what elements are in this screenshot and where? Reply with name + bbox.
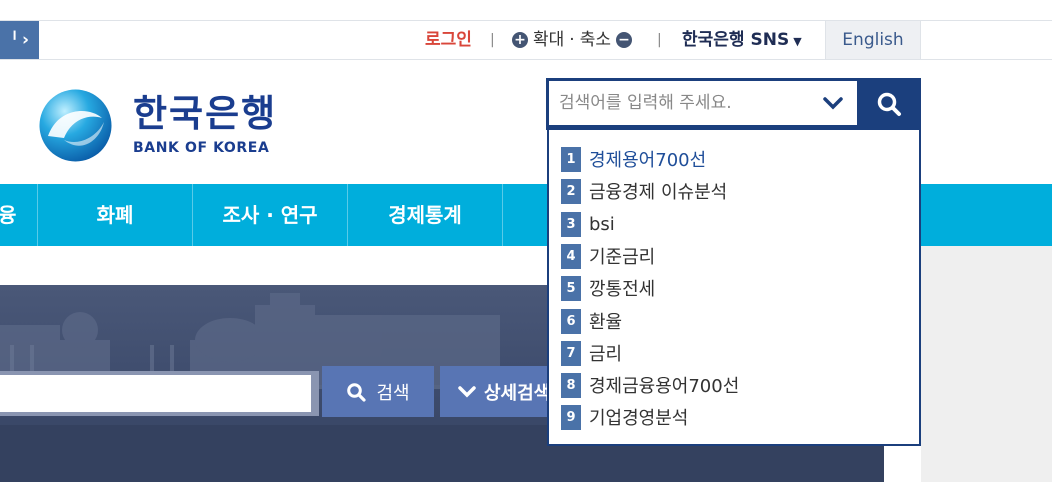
family-site-label: ᅵ xyxy=(2,30,18,50)
rank-badge: 1 xyxy=(561,146,581,172)
rank-badge: 5 xyxy=(561,275,581,301)
list-item[interactable]: 5 깡통전세 xyxy=(561,275,655,301)
list-item[interactable]: 4 기준금리 xyxy=(561,243,655,269)
list-item[interactable]: 3 bsi xyxy=(561,211,615,237)
search-icon xyxy=(877,92,901,116)
rank-badge: 4 xyxy=(561,243,581,269)
search-input[interactable] xyxy=(549,81,857,125)
login-link[interactable]: 로그인 xyxy=(425,21,472,59)
suggestion-text: 경제용어700선 xyxy=(589,150,707,171)
nav-item-currency[interactable]: 화폐 xyxy=(38,184,192,246)
suggestion-text: 기준금리 xyxy=(589,247,656,268)
rank-badge: 8 xyxy=(561,372,581,398)
separator: | xyxy=(657,32,662,48)
nav-item-finance[interactable]: 융 xyxy=(0,184,16,246)
bok-emblem-icon xyxy=(39,89,112,162)
suggestion-text: 경제금융용어700선 xyxy=(589,376,740,397)
detail-search-label: 상세검색 xyxy=(484,382,551,404)
minus-circle-icon[interactable]: − xyxy=(615,32,632,48)
nav-item-research[interactable]: 조사 · 연구 xyxy=(193,184,347,246)
suggestion-text: 기업경영분석 xyxy=(589,408,689,429)
suggestion-text: 금리 xyxy=(589,344,623,365)
nav-divider xyxy=(502,184,503,246)
zoom-out-label[interactable]: 축소 xyxy=(580,21,611,59)
sns-label: 한국은행 SNS xyxy=(682,30,790,50)
search-button[interactable] xyxy=(860,81,918,127)
list-item[interactable]: 8 경제금융용어700선 xyxy=(561,372,739,398)
logo-subtitle: BANK OF KOREA xyxy=(133,140,270,156)
zoom-controls: + 확대 · 축소 − xyxy=(512,21,632,59)
detail-search-button[interactable]: 상세검색 xyxy=(440,366,552,417)
chevron-down-icon[interactable] xyxy=(822,92,844,114)
logo-title: 한국은행 xyxy=(133,92,278,135)
rank-badge: 6 xyxy=(561,308,581,334)
chevron-down-icon xyxy=(458,385,476,397)
rank-badge: 7 xyxy=(561,340,581,366)
list-item[interactable]: 7 금리 xyxy=(561,340,622,366)
zoom-dot: · xyxy=(569,30,575,50)
chevron-right-icon: › xyxy=(21,30,29,50)
list-item[interactable]: 9 기업경영분석 xyxy=(561,404,688,430)
english-link[interactable]: English xyxy=(825,21,921,59)
divider xyxy=(0,59,1052,60)
family-site-tab[interactable]: ᅵ › xyxy=(0,21,39,59)
list-item[interactable]: 6 환율 xyxy=(561,308,622,334)
suggestion-text: 깡통전세 xyxy=(589,279,656,300)
sns-menu[interactable]: 한국은행 SNS ▼ xyxy=(682,21,802,59)
caret-down-icon: ▼ xyxy=(793,35,802,48)
rank-badge: 3 xyxy=(561,211,581,237)
suggestion-text: 환율 xyxy=(589,312,623,333)
search-icon xyxy=(347,382,367,402)
nav-item-statistics[interactable]: 경제통계 xyxy=(348,184,502,246)
list-item[interactable]: 1 경제용어700선 xyxy=(561,146,706,172)
side-panel xyxy=(921,246,1052,482)
rank-badge: 2 xyxy=(561,178,581,204)
plus-circle-icon[interactable]: + xyxy=(512,32,528,48)
top-utility-bar: ᅵ › 로그인 | + 확대 · 축소 − | 한국은행 SNS ▼ Engli… xyxy=(0,0,1052,60)
list-item[interactable]: 2 금융경제 이슈분석 xyxy=(561,178,727,204)
hero-search-input[interactable] xyxy=(0,375,311,412)
suggestion-text: 금융경제 이슈분석 xyxy=(589,182,728,203)
rank-badge: 9 xyxy=(561,404,581,430)
hero-search-button[interactable]: 검색 xyxy=(322,366,434,417)
hero-search-label: 검색 xyxy=(376,382,410,404)
separator: | xyxy=(490,32,495,48)
suggestion-text: bsi xyxy=(589,213,615,235)
zoom-in-label[interactable]: 확대 xyxy=(533,21,564,59)
popular-search-dropdown: 1 경제용어700선 2 금융경제 이슈분석 3 bsi 4 기준금리 5 깡통… xyxy=(547,130,921,446)
